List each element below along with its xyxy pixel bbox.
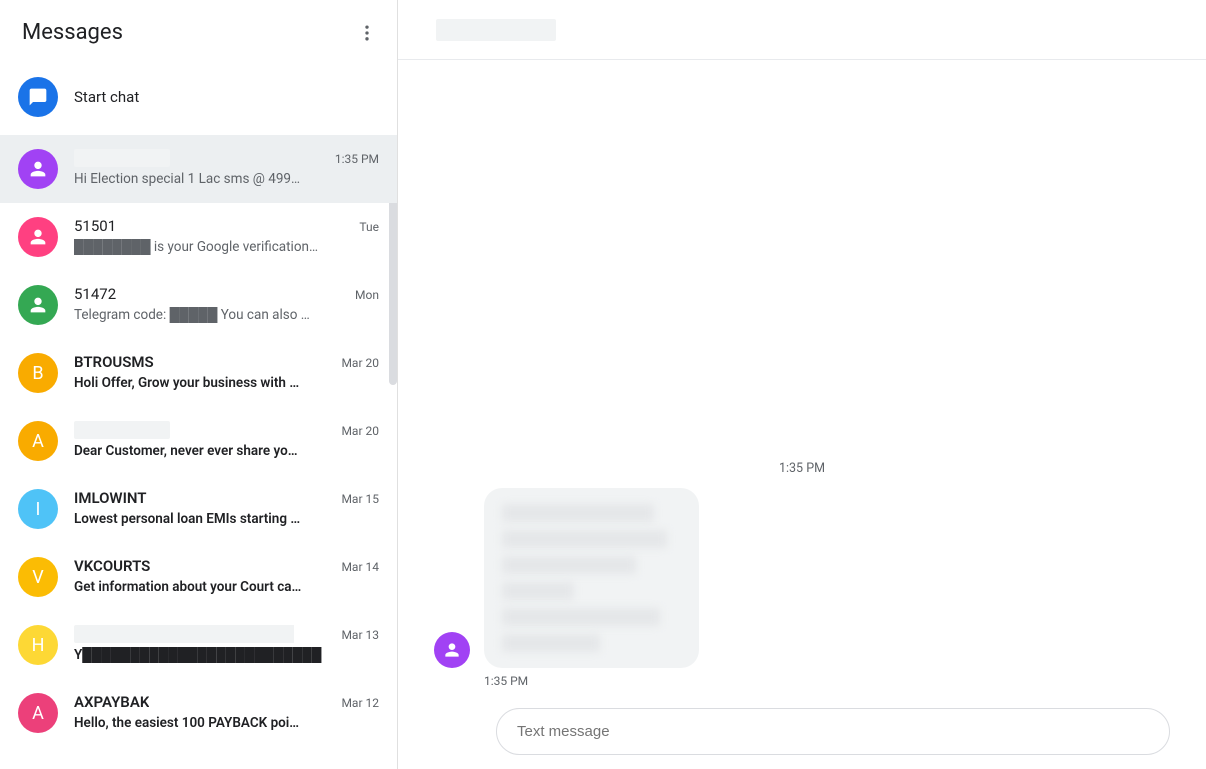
message-timestamp: 1:35 PM — [484, 674, 1170, 688]
conversation-preview: Hi Election special 1 Lac sms @ 499… — [74, 171, 364, 187]
conversation-item[interactable]: A AXPAYBAK Mar 12 Hello, the easiest 100 PA… — [0, 679, 397, 747]
group-timestamp: 1:35 PM — [434, 461, 1170, 476]
conversation-preview: Y█████████████████████████ — [74, 647, 364, 663]
conversation-body: █████████ 1:35 PM Hi Election special 1 La… — [74, 149, 379, 187]
avatar: B — [18, 353, 58, 393]
conversation-time: Mar 20 — [341, 424, 379, 438]
main-pane: 1:35 PM 1:35 PM — [398, 0, 1206, 769]
conversation-name: VKCOURTS — [74, 557, 150, 575]
conversation-preview: Hello, the easiest 100 PAYBACK poi… — [74, 715, 364, 731]
conversation-item[interactable]: B BTROUSMS Mar 20 Holi Offer, Grow your bus… — [0, 339, 397, 407]
conversation-time: Mar 14 — [341, 560, 379, 574]
avatar: A — [18, 421, 58, 461]
conversation-list[interactable]: █████████ 1:35 PM Hi Election special 1 La… — [0, 135, 397, 769]
avatar — [18, 217, 58, 257]
conversation-time: Mar 12 — [341, 696, 379, 710]
message-thread[interactable]: 1:35 PM 1:35 PM — [398, 60, 1206, 698]
compose-area — [398, 698, 1206, 769]
avatar — [18, 285, 58, 325]
avatar — [18, 149, 58, 189]
conversation-preview: Lowest personal loan EMIs starting … — [74, 511, 364, 527]
sidebar: Messages Start chat █████████ 1:35 PM Hi E… — [0, 0, 398, 769]
conversation-name: █████████ — [74, 421, 170, 439]
conversation-body: AXPAYBAK Mar 12 Hello, the easiest 100 PAY… — [74, 693, 379, 731]
conversation-time: Mar 13 — [341, 628, 379, 642]
conversation-title — [436, 19, 556, 41]
conversation-preview: ████████ is your Google verification… — [74, 239, 364, 255]
conversation-preview: Get information about your Court ca… — [74, 579, 364, 595]
conversation-name: IMLOWINT — [74, 489, 147, 507]
conversation-preview: Holi Offer, Grow your business with … — [74, 375, 364, 391]
sender-avatar[interactable] — [434, 632, 470, 668]
conversation-time: Mon — [355, 288, 379, 302]
conversation-name: AXPAYBAK — [74, 693, 149, 711]
conversation-header — [398, 0, 1206, 60]
conversation-name: 51501 — [74, 217, 116, 235]
conversation-name: H██████████████████████ — [74, 625, 294, 643]
message-bubble — [484, 488, 699, 668]
conversation-preview: Dear Customer, never ever share yo… — [74, 443, 364, 459]
conversation-item[interactable]: V VKCOURTS Mar 14 Get information about you… — [0, 543, 397, 611]
conversation-item[interactable]: 51472 Mon Telegram code: █████ You can als… — [0, 271, 397, 339]
chat-icon — [18, 77, 58, 117]
avatar: A — [18, 693, 58, 733]
conversation-item[interactable]: A █████████ Mar 20 Dear Customer, never eve… — [0, 407, 397, 475]
conversation-item[interactable]: 51501 Tue ████████ is your Google verifica… — [0, 203, 397, 271]
conversation-body: 51501 Tue ████████ is your Google verifica… — [74, 217, 379, 255]
conversation-name: █████████ — [74, 149, 170, 167]
conversation-item[interactable]: H H██████████████████████ Mar 13 Y█████████… — [0, 611, 397, 679]
conversation-body: 51472 Mon Telegram code: █████ You can als… — [74, 285, 379, 323]
avatar: I — [18, 489, 58, 529]
conversation-body: BTROUSMS Mar 20 Holi Offer, Grow your busi… — [74, 353, 379, 391]
message-input[interactable] — [496, 708, 1170, 755]
conversation-time: Mar 15 — [341, 492, 379, 506]
conversation-body: VKCOURTS Mar 14 Get information about your… — [74, 557, 379, 595]
avatar: V — [18, 557, 58, 597]
conversation-time: Mar 20 — [341, 356, 379, 370]
conversation-body: H██████████████████████ Mar 13 Y██████████… — [74, 625, 379, 663]
conversation-preview: Telegram code: █████ You can also … — [74, 307, 364, 323]
incoming-message — [434, 488, 1170, 668]
conversation-body: █████████ Mar 20 Dear Customer, never ever… — [74, 421, 379, 459]
start-chat-label: Start chat — [74, 88, 139, 106]
conversation-name: BTROUSMS — [74, 353, 154, 371]
conversation-name: 51472 — [74, 285, 116, 303]
conversation-item[interactable]: I IMLOWINT Mar 15 Lowest personal loan EMIs… — [0, 475, 397, 543]
conversation-time: 1:35 PM — [335, 152, 379, 166]
sidebar-header: Messages — [0, 0, 397, 65]
conversation-time: Tue — [359, 220, 379, 234]
start-chat-button[interactable]: Start chat — [0, 65, 397, 135]
more-vert-icon[interactable] — [355, 21, 379, 45]
avatar: H — [18, 625, 58, 665]
conversation-body: IMLOWINT Mar 15 Lowest personal loan EMIs … — [74, 489, 379, 527]
conversation-item[interactable]: █████████ 1:35 PM Hi Election special 1 La… — [0, 135, 397, 203]
page-title: Messages — [22, 20, 123, 45]
